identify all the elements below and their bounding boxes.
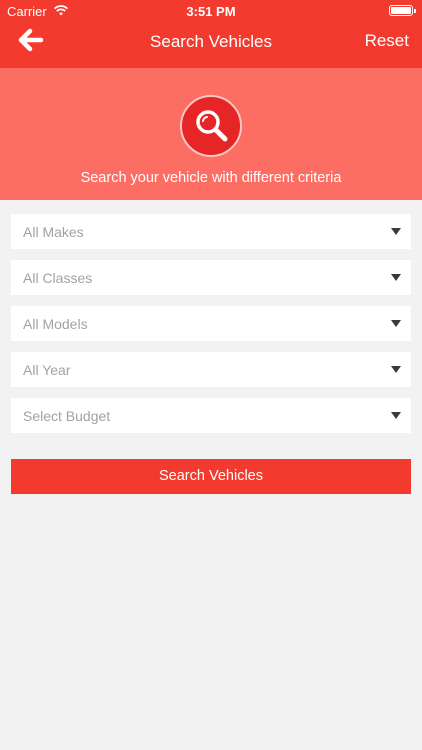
magnifier-icon — [196, 110, 228, 142]
arrow-left-icon — [18, 28, 44, 52]
caret-down-icon — [391, 412, 401, 419]
caret-down-icon — [391, 366, 401, 373]
reset-button[interactable]: Reset — [365, 31, 409, 51]
models-select[interactable]: All Models — [11, 306, 411, 341]
app-header: Carrier 3:51 PM Search Vehicles Reset — [0, 0, 422, 68]
makes-select-value: All Makes — [23, 224, 84, 240]
search-vehicles-button[interactable]: Search Vehicles — [11, 459, 411, 494]
caret-down-icon — [391, 228, 401, 235]
classes-select-value: All Classes — [23, 270, 93, 286]
status-bar: Carrier 3:51 PM — [0, 0, 422, 22]
models-select-value: All Models — [23, 316, 88, 332]
clock: 3:51 PM — [186, 4, 236, 19]
budget-select-value: Select Budget — [23, 408, 111, 424]
battery-icon — [389, 5, 416, 16]
budget-select[interactable]: Select Budget — [11, 398, 411, 433]
back-button[interactable] — [18, 28, 50, 56]
year-select-value: All Year — [23, 362, 71, 378]
caret-down-icon — [391, 274, 401, 281]
classes-select[interactable]: All Classes — [11, 260, 411, 295]
nav-bar: Search Vehicles Reset — [0, 22, 422, 68]
search-badge — [180, 95, 242, 157]
page-title: Search Vehicles — [150, 32, 272, 51]
caret-down-icon — [391, 320, 401, 327]
year-select[interactable]: All Year — [11, 352, 411, 387]
makes-select[interactable]: All Makes — [11, 214, 411, 249]
search-hero: Search your vehicle with different crite… — [0, 68, 422, 200]
hero-caption: Search your vehicle with different crite… — [80, 170, 342, 186]
